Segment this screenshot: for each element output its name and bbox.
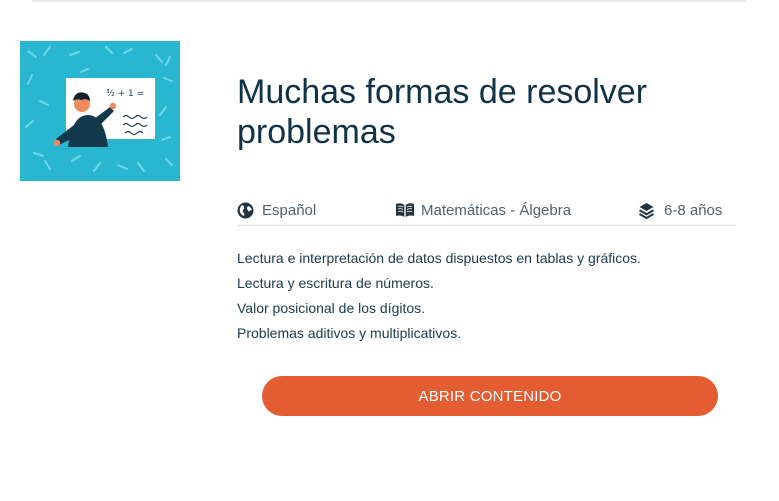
language-label: Español [262, 201, 317, 219]
age-label: 6-8 años [664, 201, 723, 219]
topic-item: Lectura e interpretación de datos dispue… [237, 250, 641, 266]
teacher-at-whiteboard-illustration: ³⁄₂ + 1 = [20, 41, 180, 181]
layers-icon [639, 202, 654, 219]
svg-text:³⁄₂ + 1 =: ³⁄₂ + 1 = [106, 89, 144, 99]
globe-icon [237, 202, 254, 219]
topic-item: Valor posicional de los dígitos. [237, 300, 426, 316]
open-content-button[interactable]: ABRIR CONTENIDO [262, 376, 718, 416]
book-icon [395, 202, 415, 218]
top-divider [32, 0, 746, 2]
subject-meta: Matemáticas - Álgebra [395, 200, 571, 220]
content-title: Muchas formas de resolver problemas [237, 73, 648, 151]
topics-list: Lectura e interpretación de datos dispue… [237, 246, 737, 346]
content-thumbnail[interactable]: ³⁄₂ + 1 = [20, 41, 180, 181]
age-meta: 6-8 años [639, 200, 722, 220]
content-metadata: Español Matemáticas - Álgebra 6-8 años [237, 198, 736, 226]
language-meta: Español [237, 200, 316, 220]
topic-item: Lectura y escritura de números. [237, 275, 434, 291]
subject-label: Matemáticas - Álgebra [421, 201, 572, 219]
topic-item: Problemas aditivos y multiplicativos. [237, 325, 462, 341]
